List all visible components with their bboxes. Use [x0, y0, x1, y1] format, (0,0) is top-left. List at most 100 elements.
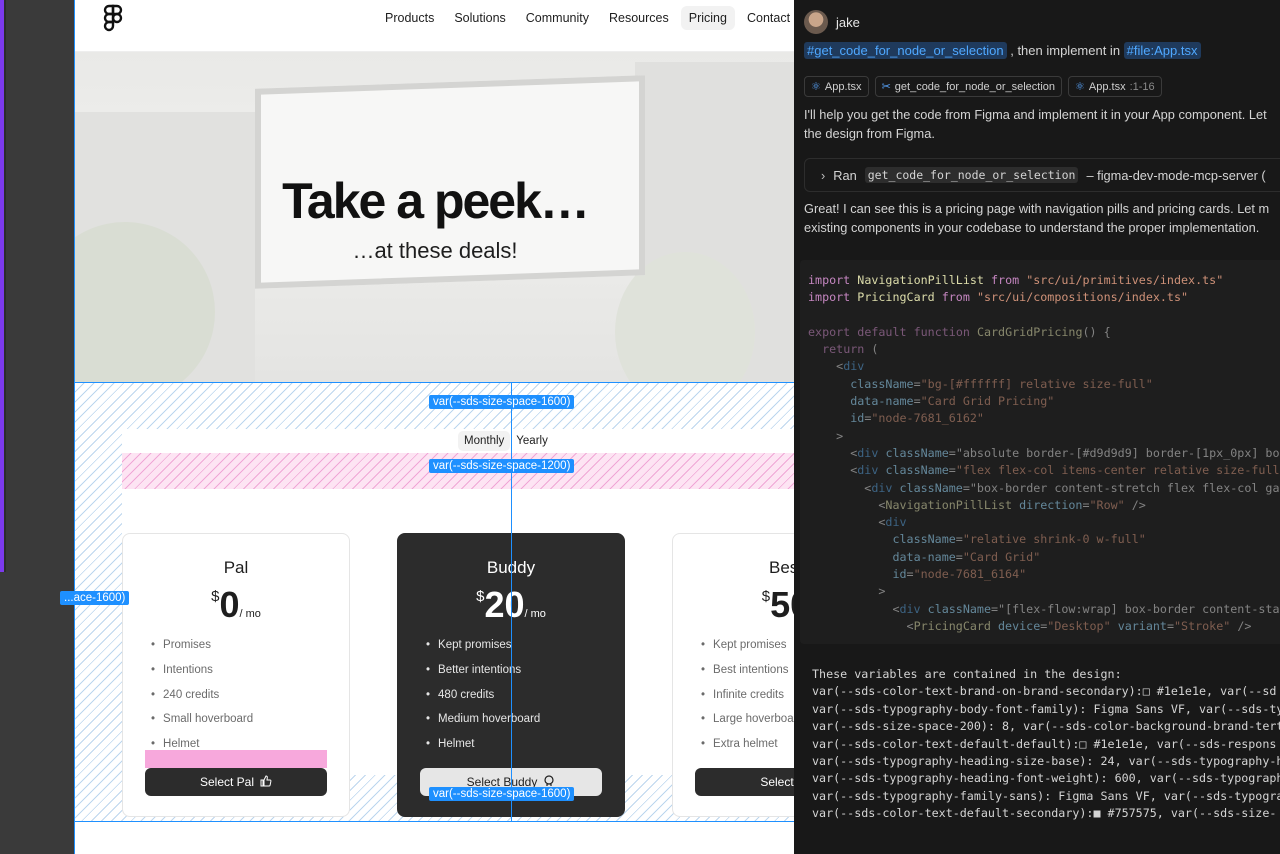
nav-link-pricing[interactable]: Pricing — [680, 6, 735, 30]
message-line: Great! I can see this is a pricing page … — [804, 201, 1270, 216]
variables-heading: These variables are contained in the des… — [812, 667, 1122, 681]
nav-links: Products Solutions Community Resources Prici… — [377, 6, 794, 30]
code-block[interactable]: import NavigationPillList from "src/ui/p… — [800, 260, 1280, 644]
code-line: export default function CardGridPricing(… — [808, 324, 1111, 339]
feature-item: Medium hoverboard — [426, 712, 540, 737]
avatar — [804, 10, 828, 34]
spacer-tag-mid: var(--sds-size-space-1200) — [429, 459, 575, 473]
context-chip[interactable]: ✂ get_code_for_node_or_selection — [874, 76, 1063, 97]
ran-server: – figma-dev-mode-mcp-server ( — [1086, 167, 1266, 183]
hero-title: Take a peek… — [282, 173, 590, 229]
context-chip[interactable]: ⚛ App.tsx:1-16 — [1068, 76, 1162, 97]
feature-item: 480 credits — [426, 688, 540, 713]
select-pal-button[interactable]: Select Pal — [145, 768, 327, 796]
user-header: jake — [804, 10, 860, 34]
variable-line: var(--sds-typography-family-sans): Figma… — [812, 788, 1280, 803]
figma-logo-icon[interactable] — [101, 4, 125, 34]
site-nav: Products Solutions Community Resources Prici… — [75, 0, 794, 52]
nav-link-resources[interactable]: Resources — [601, 6, 677, 30]
tools-icon: ✂ — [881, 81, 891, 93]
feature-item: Kept promises — [701, 638, 794, 663]
price-period: / mo — [239, 608, 261, 620]
thumbs-up-icon — [260, 774, 272, 790]
chevron-right-icon[interactable]: › — [821, 168, 825, 183]
feature-item: 240 credits — [151, 688, 253, 713]
chip-range: :1-16 — [1129, 80, 1155, 93]
user-prompt: #get_code_for_node_or_selection , then i… — [804, 42, 1201, 59]
tool-reference-token[interactable]: #get_code_for_node_or_selection — [804, 42, 1007, 59]
code-line: return ( — [822, 342, 879, 357]
code-line: > — [808, 428, 844, 443]
spacer-tag-bottom: var(--sds-size-space-1600) — [429, 787, 575, 801]
assistant-message-1: I'll help you get the code from Figma an… — [804, 105, 1267, 143]
feature-item: Large hoverboa — [701, 712, 794, 737]
variable-line: var(--sds-color-text-default-secondary):… — [812, 806, 1277, 821]
code-line: <NavigationPillList direction="Row" /> — [808, 497, 1146, 512]
feature-list: PromisesIntentions240 creditsSmall hover… — [151, 638, 253, 762]
feature-item: Intentions — [151, 663, 253, 688]
context-chip[interactable]: ⚛ App.tsx — [804, 76, 869, 97]
pricing-card-pal[interactable]: Pal $0/ mo PromisesIntentions240 creditsSm… — [122, 533, 350, 817]
frame-gap — [4, 0, 6, 572]
username: jake — [836, 14, 860, 30]
card-title: Pal — [223, 558, 249, 577]
prompt-text: , then implement in — [1006, 43, 1124, 58]
code-line: <div className="flex flex-col items-cent… — [808, 463, 1280, 478]
feature-item: Better intentions — [426, 663, 540, 688]
code-line: data-name="Card Grid Pricing" — [850, 394, 1055, 409]
chip-label: App.tsx — [824, 80, 862, 93]
design-frame[interactable]: Products Solutions Community Resources Prici… — [74, 0, 794, 854]
nav-link-products[interactable]: Products — [377, 6, 442, 30]
spacer-tag-top: var(--sds-size-space-1600) — [429, 395, 575, 409]
variable-line: var(--sds-typography-body-font-family): … — [812, 701, 1280, 716]
card-price: $0/ mo — [123, 584, 349, 626]
price-period: / mo — [524, 608, 546, 620]
assistant-message-2: Great! I can see this is a pricing page … — [804, 199, 1269, 237]
feature-list: Kept promisesBetter intentions480 credit… — [426, 638, 540, 762]
price-amount: 50 — [770, 584, 794, 625]
nav-link-community[interactable]: Community — [518, 6, 597, 30]
card-title: Best — [768, 558, 794, 577]
code-line: import PricingCard from "src/ui/composit… — [808, 290, 1189, 305]
code-line: <PricingCard device="Desktop" variant="S… — [808, 618, 1252, 633]
code-line: > — [808, 584, 886, 599]
chip-label: get_code_for_node_or_selection — [894, 80, 1056, 93]
price-currency: $ — [476, 588, 485, 605]
code-line: <div className="box-border content-stret… — [808, 480, 1280, 495]
variable-line: var(--sds-typography-heading-size-base):… — [812, 754, 1280, 769]
button-label: Select Be — [760, 775, 794, 789]
feature-item: Helmet — [426, 737, 540, 762]
message-line: existing components in your codebase to … — [804, 220, 1260, 235]
spacer-tag-left: ...ace-1600) — [60, 591, 130, 605]
price-currency: $ — [761, 588, 771, 605]
ran-tool-name: get_code_for_node_or_selection — [864, 167, 1079, 183]
variable-line: var(--sds-color-text-brand-on-brand-seco… — [812, 684, 1277, 699]
pricing-section: Pal$0/ moPromisesIntentions240 creditsSm… — [75, 382, 794, 822]
code-line: id="node-7681_6162" — [850, 411, 984, 426]
ran-label: Ran — [833, 167, 857, 183]
context-chips: ⚛ App.tsx ✂ get_code_for_node_or_selection ⚛… — [804, 76, 1162, 97]
nav-link-contact[interactable]: Contact — [739, 6, 794, 30]
file-reference-token[interactable]: #file:App.tsx — [1123, 42, 1201, 59]
card-price: $50 — [673, 584, 794, 626]
price-amount: 0 — [219, 584, 240, 625]
feature-item: Best intentions — [701, 663, 794, 688]
toggle-monthly[interactable]: Monthly — [458, 431, 511, 451]
feature-item: Extra helmet — [701, 737, 794, 762]
feature-item: Promises — [151, 638, 253, 663]
code-line: className="relative shrink-0 w-full" — [892, 532, 1146, 547]
code-line: <div — [808, 515, 907, 530]
code-line: import NavigationPillList from "src/ui/p… — [808, 273, 1224, 287]
toggle-yearly[interactable]: Yearly — [510, 431, 554, 451]
nav-link-solutions[interactable]: Solutions — [446, 6, 513, 30]
feature-item: Infinite credits — [701, 688, 794, 713]
figma-canvas-left — [0, 0, 74, 854]
pricing-card-best[interactable]: Best $50 Kept promisesBest intentionsInfin… — [672, 533, 794, 817]
code-line: id="node-7681_6164" — [892, 567, 1027, 582]
select-best-button[interactable]: Select Be — [695, 768, 794, 796]
feature-item: Small hoverboard — [151, 712, 253, 737]
tool-run-summary[interactable]: › Ran get_code_for_node_or_selection – f… — [804, 158, 1280, 192]
code-line: <div className="[flex-flow:wrap] box-bor… — [808, 601, 1280, 616]
message-line: the design from Figma. — [804, 126, 935, 141]
react-icon: ⚛ — [811, 81, 821, 93]
